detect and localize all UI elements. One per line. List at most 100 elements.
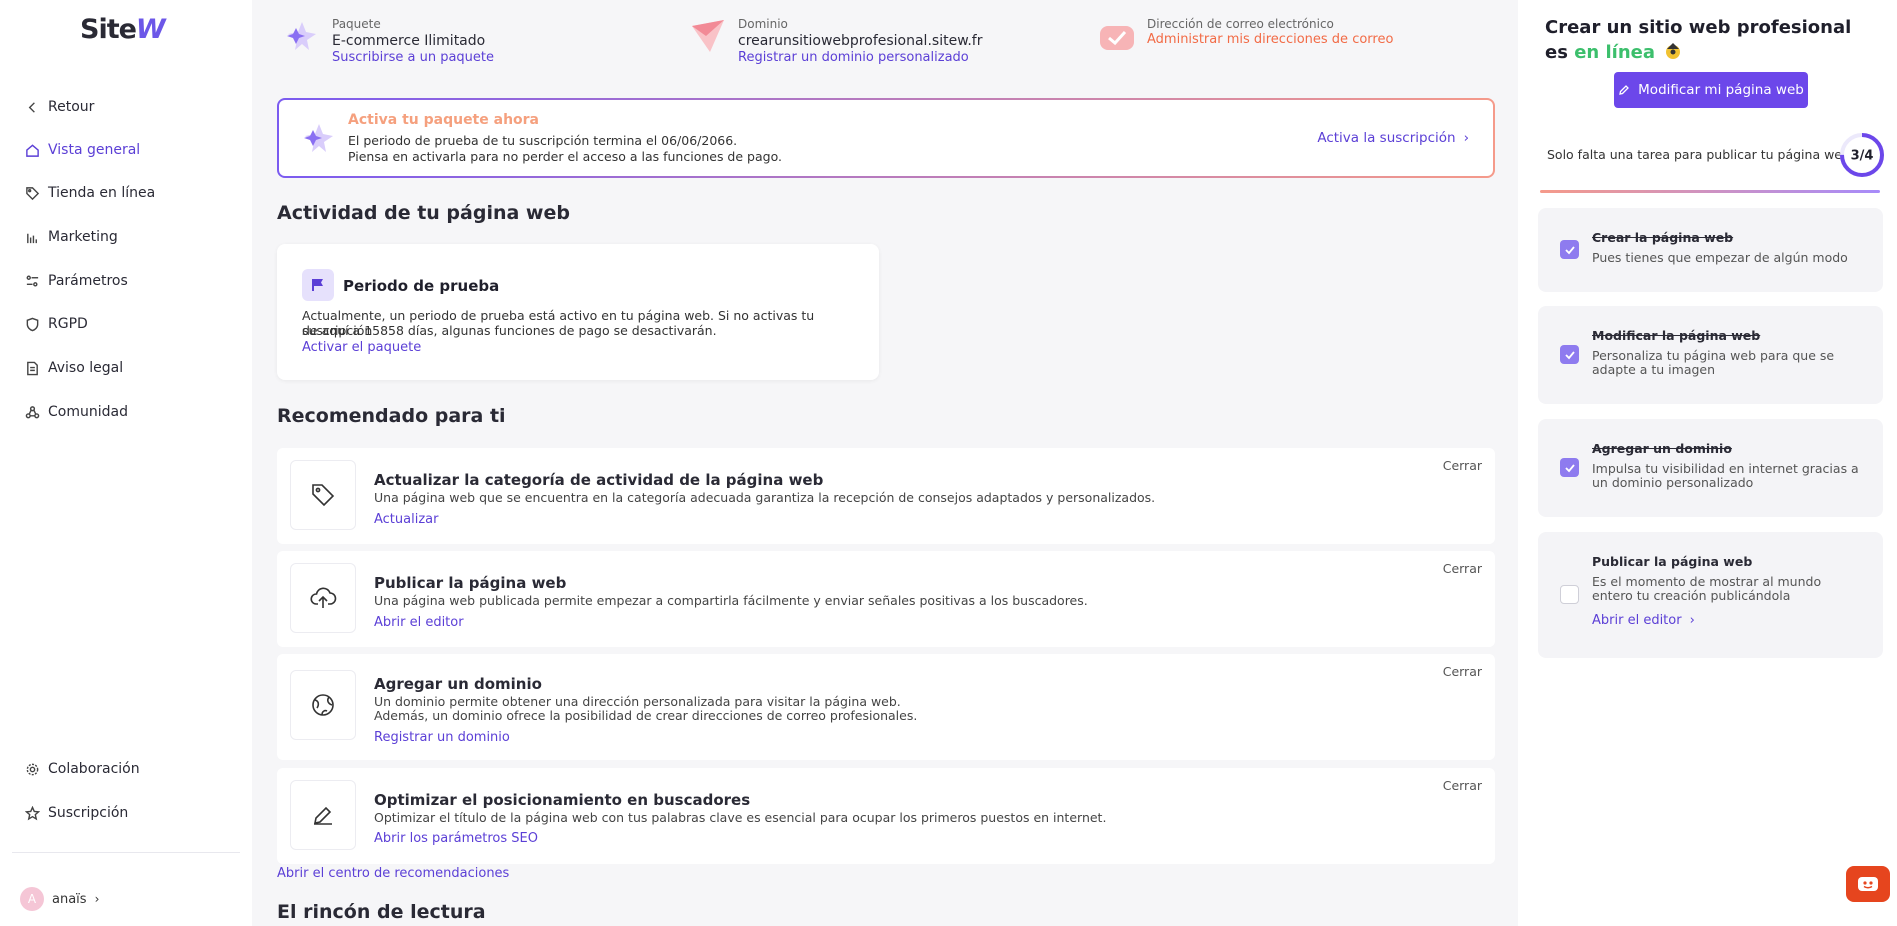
tag-icon — [26, 186, 40, 200]
task-desc: Impulsa tu visibilidad en internet graci… — [1592, 461, 1859, 490]
package-info: Paquete E-commerce Ilimitado Suscribirse… — [282, 16, 494, 66]
mail-check-icon — [1100, 26, 1134, 50]
recommendation-desc-2: Además, un dominio ofrece la posibilidad… — [374, 708, 918, 723]
progress-bar — [1540, 190, 1880, 193]
avatar: A — [20, 887, 44, 911]
close-button[interactable]: Cerrar — [1443, 664, 1482, 679]
sidebar-item-parametros[interactable]: Parámetros — [25, 271, 128, 291]
shield-icon — [26, 317, 39, 331]
recommendations-center-link[interactable]: Abrir el centro de recomendaciones — [277, 866, 509, 881]
recommendation-desc: Una página web publicada permite empezar… — [374, 593, 1088, 608]
logo-accent: W — [135, 14, 166, 45]
banner-text-1: El periodo de prueba de tu suscripción t… — [348, 133, 738, 148]
sidebar-item-label: Colaboración — [48, 761, 140, 777]
sidebar-item-label: Marketing — [48, 229, 118, 245]
open-editor-link[interactable]: Abrir el editor — [374, 615, 464, 630]
email-info: Dirección de correo electrónico Administ… — [1097, 16, 1393, 56]
check-icon — [1564, 463, 1575, 472]
sidebar-item-colaboracion[interactable]: Colaboración — [25, 759, 140, 779]
cta-label: Activa la suscripción — [1317, 130, 1456, 146]
sidebar-item-marketing[interactable]: Marketing — [25, 227, 118, 247]
trial-text-2: de aquí a 15858 días, algunas funciones … — [302, 323, 717, 338]
paper-plane-icon — [692, 20, 724, 52]
activate-subscription-link[interactable]: Activa la suscripción › — [1317, 130, 1469, 146]
task-desc: Pues tienes que empezar de algún modo — [1592, 250, 1848, 265]
register-domain-button[interactable]: Registrar un dominio — [374, 730, 510, 745]
chevron-right-icon: › — [1463, 130, 1469, 146]
task-item: Modificar la página web Personaliza tu p… — [1538, 306, 1883, 404]
recommendation-card: Agregar un dominio Un dominio permite ob… — [277, 654, 1495, 760]
chevron-right-icon: › — [94, 892, 100, 906]
sidebar-item-rgpd[interactable]: RGPD — [25, 314, 88, 334]
sitew-logo[interactable]: SiteW — [80, 14, 166, 45]
domain-label: Dominio — [738, 17, 788, 31]
community-icon — [25, 405, 40, 418]
close-button[interactable]: Cerrar — [1443, 458, 1482, 473]
manage-email-link[interactable]: Administrar mis direcciones de correo — [1147, 32, 1393, 48]
user-menu[interactable]: A anaïs › — [20, 887, 99, 911]
activate-package-banner: Activa tu paquete ahora El periodo de pr… — [277, 98, 1495, 178]
sidebar-item-label: Tienda en línea — [48, 185, 156, 201]
register-domain-link[interactable]: Registrar un dominio personalizado — [738, 50, 983, 66]
task-item: Publicar la página web Es el momento de … — [1538, 532, 1883, 658]
sidebar-item-aviso-legal[interactable]: Aviso legal — [25, 358, 123, 378]
recommendation-card: Actualizar la categoría de actividad de … — [277, 448, 1495, 544]
package-value: E-commerce Ilimitado — [332, 33, 486, 49]
sidebar-item-label: Parámetros — [48, 273, 128, 289]
sidebar-item-tienda[interactable]: Tienda en línea — [25, 183, 155, 203]
main-content: Paquete E-commerce Ilimitado Suscribirse… — [252, 0, 1518, 926]
star-icon — [25, 805, 40, 820]
banner-title: Activa tu paquete ahora — [348, 112, 540, 128]
reading-heading: El rincón de lectura — [277, 901, 486, 923]
checkbox-checked[interactable] — [1560, 345, 1579, 364]
back-link[interactable]: Retour — [25, 97, 94, 117]
globe-icon — [290, 670, 356, 740]
task-item: Agregar un dominio Impulsa tu visibilida… — [1538, 419, 1883, 517]
checkbox-checked[interactable] — [1560, 458, 1579, 477]
upload-cloud-icon — [290, 563, 356, 633]
task-title: Modificar la página web — [1592, 328, 1761, 343]
recommendation-desc: Optimizar el título de la página web con… — [374, 810, 1107, 825]
recommendation-desc: Un dominio permite obtener una dirección… — [374, 694, 901, 709]
open-editor-task-link[interactable]: Abrir el editor › — [1592, 613, 1695, 628]
package-label: Paquete — [332, 17, 381, 31]
recommendation-title: Agregar un dominio — [374, 675, 542, 693]
back-label: Retour — [48, 99, 95, 115]
chevron-right-icon: › — [1689, 613, 1695, 628]
edit-website-button[interactable]: Modificar mi página web — [1614, 72, 1808, 108]
task-desc: Personaliza tu página web para que se ad… — [1592, 348, 1835, 377]
activate-package-link[interactable]: Activar el paquete — [302, 340, 421, 355]
flag-icon — [302, 269, 334, 301]
close-button[interactable]: Cerrar — [1443, 561, 1482, 576]
sidebar-item-label: Vista general — [48, 142, 141, 158]
tag-icon — [290, 460, 356, 530]
progress-text: Solo falta una tarea para publicar tu pá… — [1547, 147, 1850, 162]
sidebar: SiteW Retour Vista general Tienda en lín… — [0, 0, 252, 926]
progress-ring: 3/4 — [1840, 133, 1884, 177]
recommendation-title: Optimizar el posicionamiento en buscador… — [374, 791, 751, 809]
task-title: Publicar la página web — [1592, 554, 1753, 569]
check-icon — [1564, 350, 1575, 359]
recommendation-title: Publicar la página web — [374, 574, 567, 592]
close-button[interactable]: Cerrar — [1443, 778, 1482, 793]
update-link[interactable]: Actualizar — [374, 512, 438, 527]
check-icon — [1564, 245, 1575, 254]
sparkle-star-icon — [304, 124, 333, 152]
checkbox-checked[interactable] — [1560, 240, 1579, 259]
recommendation-card: Optimizar el posicionamiento en buscador… — [277, 768, 1495, 864]
sidebar-item-vista-general[interactable]: Vista general — [25, 140, 140, 160]
user-name: anaïs — [52, 891, 87, 907]
sidebar-item-comunidad[interactable]: Comunidad — [25, 402, 128, 422]
seo-parameters-link[interactable]: Abrir los parámetros SEO — [374, 831, 538, 846]
checkbox-unchecked[interactable] — [1560, 585, 1579, 604]
recommendation-card: Publicar la página web Una página web pu… — [277, 551, 1495, 647]
subscribe-package-link[interactable]: Suscribirse a un paquete — [332, 50, 494, 66]
task-item: Crear la página web Pues tienes que empe… — [1538, 208, 1883, 292]
sidebar-item-suscripcion[interactable]: Suscripción — [25, 803, 128, 823]
chat-widget-button[interactable] — [1846, 866, 1890, 902]
panel-heading-highlight: en línea — [1574, 42, 1656, 63]
logo-text: Site — [80, 14, 137, 45]
document-icon — [27, 361, 38, 375]
task-desc: Es el momento de mostrar al mundo entero… — [1592, 574, 1822, 603]
pencil-icon — [1619, 85, 1630, 95]
